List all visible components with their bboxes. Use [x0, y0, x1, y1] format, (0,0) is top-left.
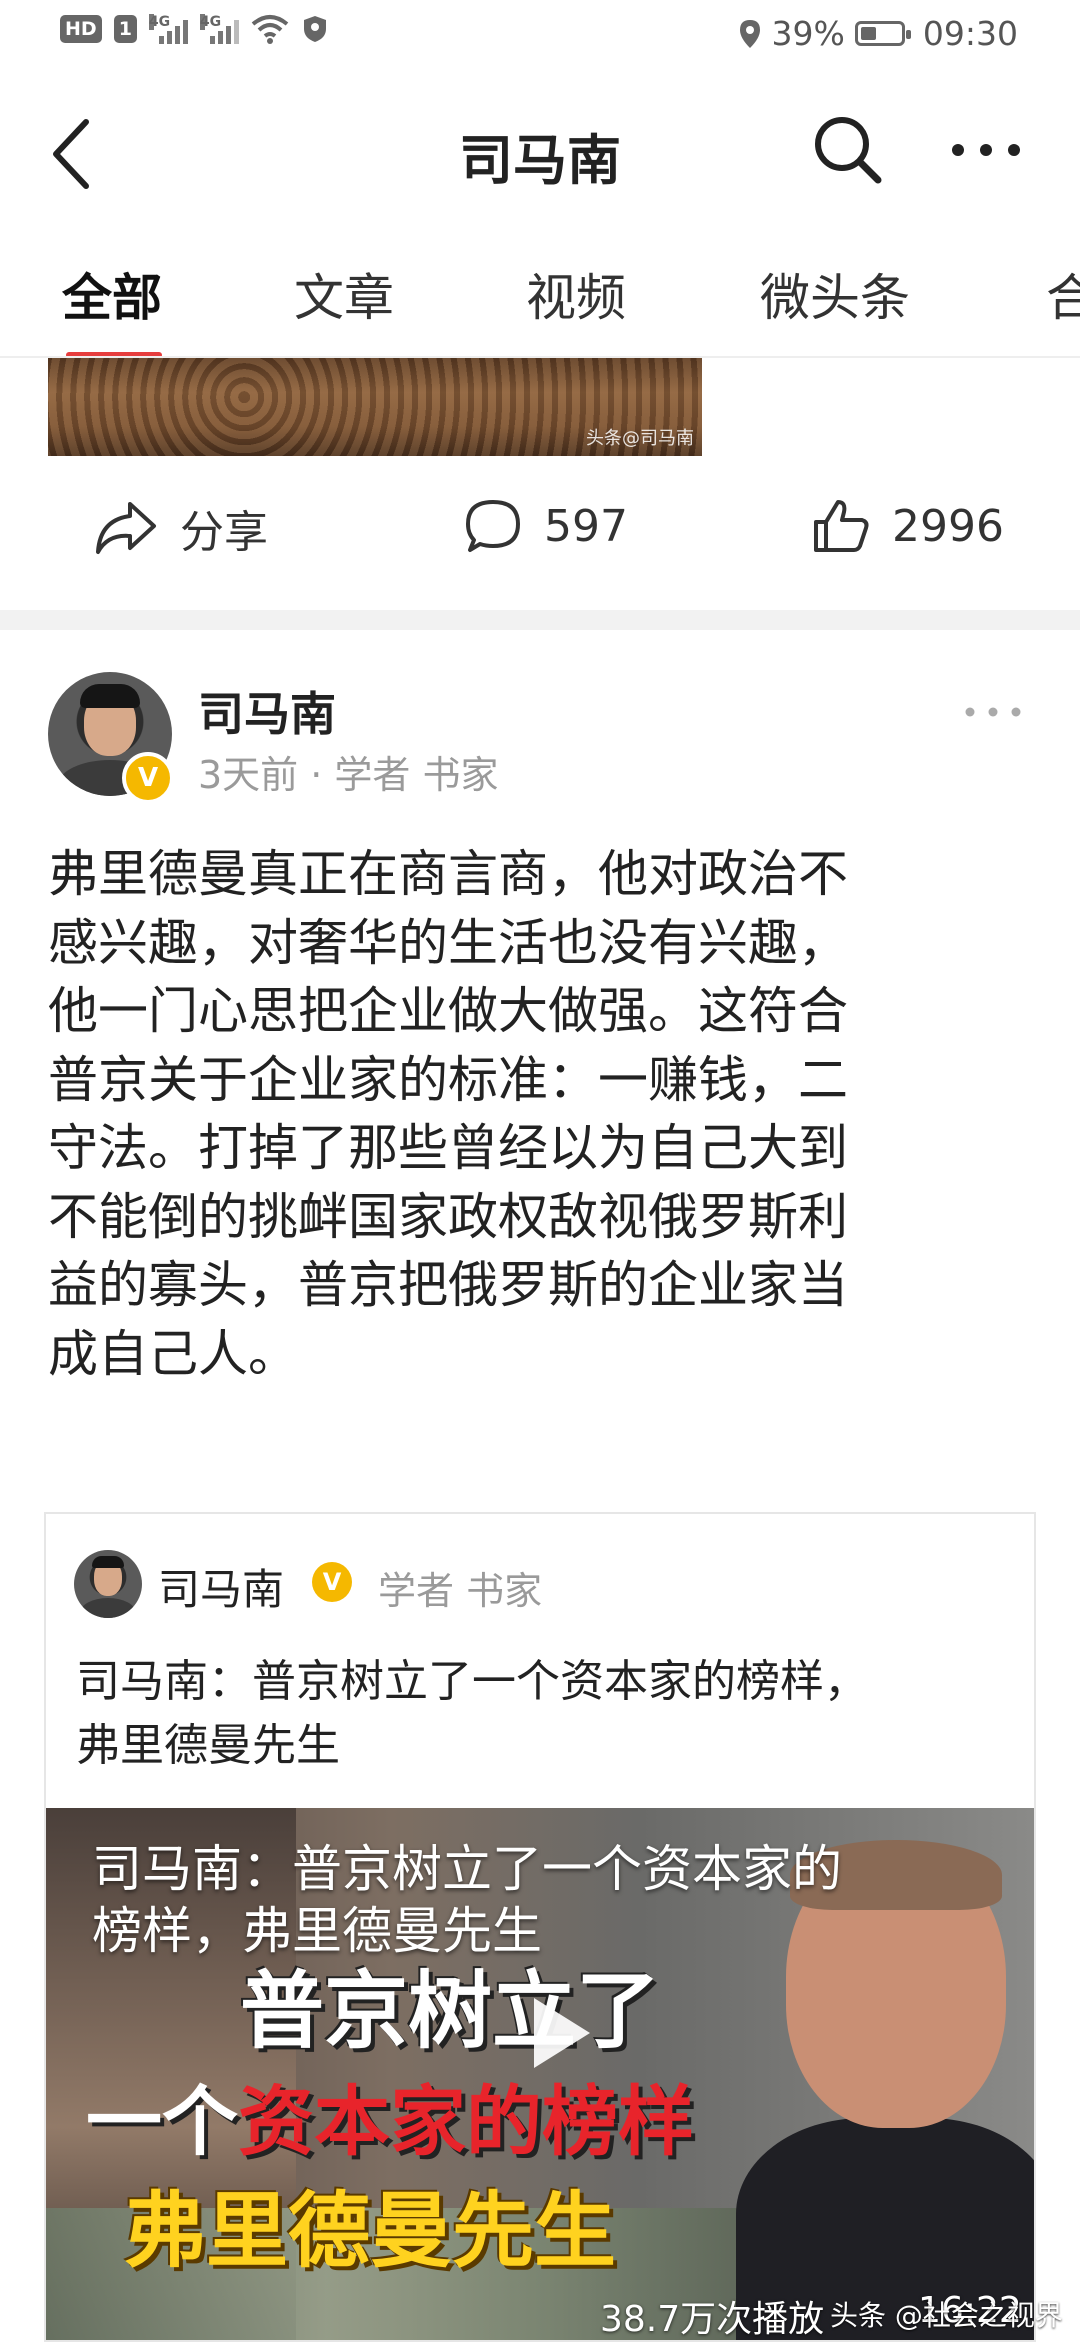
card-author-name[interactable]: 司马南 [158, 1556, 284, 1617]
status-left: HD 1 4G 4G [60, 14, 329, 44]
video-headline-2: 一个资本家的榜样 [46, 2060, 884, 2170]
more-dots-icon[interactable] [946, 112, 1026, 188]
search-icon[interactable] [810, 112, 886, 188]
card-title-line: 弗里德曼先生 [76, 1720, 340, 1771]
post-body[interactable]: 弗里德曼真正在商言商，他对政治不 感兴趣，对奢华的生活也没有兴趣， 他一门心思把… [48, 840, 1038, 1388]
share-button[interactable]: 分享 [92, 496, 268, 560]
post-body-line: 他一门心思把企业做大做强。这符合 [48, 982, 848, 1040]
video-headline-1: 普京树立了 [239, 1962, 660, 2060]
card-title-line: 司马南：普京树立了一个资本家的榜样， [76, 1656, 868, 1707]
post-body-line: 不能倒的挑衅国家政权敌视俄罗斯利 [48, 1187, 848, 1246]
top-nav: 司马南 [0, 76, 1080, 226]
like-icon [814, 500, 869, 552]
comment-icon [466, 500, 520, 552]
wifi-icon [251, 15, 289, 44]
clock: 09:30 [922, 14, 1018, 53]
author-name[interactable]: 司马南 [198, 678, 336, 744]
page-watermark: 头条 @社会之视界 [830, 2299, 1063, 2332]
status-bar: HD 1 4G 4G 39% 09:30 [0, 0, 1080, 76]
tab-bar: 全部 文章 视频 微头条 合 [0, 226, 1080, 358]
play-icon[interactable] [512, 1988, 602, 2078]
card-title[interactable]: 司马南：普京树立了一个资本家的榜样， 弗里德曼先生 [76, 1650, 1006, 1778]
post-body-line: 普京关于企业家的标准：一赚钱，二 [48, 1050, 848, 1109]
signal-icon: 4G [148, 14, 188, 44]
post-body-line: 守法。打掉了那些曾经以为自己大到 [48, 1119, 848, 1177]
hd-badge: HD [60, 15, 102, 43]
video-headline-2-pre: 一个 [86, 2077, 238, 2166]
post-body-line: 感兴趣，对奢华的生活也没有兴趣， [48, 913, 848, 972]
video-title-line: 榜样，弗里德曼先生 [92, 1902, 542, 1960]
feed-divider [0, 610, 1080, 630]
verified-badge-icon: V [122, 752, 174, 804]
location-icon [739, 19, 760, 48]
page-title: 司马南 [459, 129, 621, 192]
like-count: 2996 [892, 500, 1004, 552]
share-label: 分享 [180, 507, 268, 558]
video-title-line: 司马南：普京树立了一个资本家的 [92, 1840, 842, 1898]
video-headline-2-red: 资本家的榜样 [238, 2077, 694, 2166]
share-icon [96, 502, 156, 554]
sim-badge: 1 [113, 15, 137, 43]
card-author-avatar[interactable] [74, 1550, 142, 1618]
comment-button[interactable]: 597 [462, 496, 628, 556]
tab-all[interactable]: 全部 [62, 258, 162, 330]
card-author-meta: 学者 书家 [378, 1569, 543, 1613]
verified-badge-icon: V [312, 1562, 352, 1602]
signal-icon: 4G [199, 14, 239, 44]
video-title-overlay: 司马南：普京树立了一个资本家的 榜样，弗里德曼先生 [92, 1838, 972, 1962]
comment-count: 597 [544, 500, 628, 552]
previous-post-image[interactable]: 头条@司马南 [48, 358, 702, 456]
battery-percent: 39% [771, 14, 845, 53]
shield-icon [303, 16, 326, 42]
previous-post-actions: 分享 597 2996 [0, 476, 1080, 586]
tab-articles[interactable]: 文章 [294, 258, 394, 330]
network-type: 4G [148, 14, 171, 30]
post-more-icon[interactable] [958, 692, 1028, 732]
post-body-line: 益的寡头，普京把俄罗斯的企业家当 [48, 1256, 848, 1314]
like-button[interactable]: 2996 [810, 496, 1004, 556]
status-right: 39% 09:30 [738, 14, 1018, 53]
post-body-line: 成自己人。 [48, 1324, 298, 1383]
network-type: 4G [199, 14, 222, 30]
tab-more-partial[interactable]: 合 [1046, 258, 1080, 330]
image-watermark: 头条@司马南 [586, 428, 694, 449]
tab-micro-posts[interactable]: 微头条 [760, 258, 910, 330]
tab-videos[interactable]: 视频 [526, 258, 626, 330]
post-meta: 3天前 · 学者 书家 [198, 753, 499, 797]
video-headline-3: 弗里德曼先生 [123, 2184, 616, 2279]
video-play-count: 38.7万次播放 [600, 2299, 825, 2340]
battery-icon [854, 21, 911, 46]
post-body-line: 弗里德曼真正在商言商，他对政治不 [48, 845, 848, 903]
